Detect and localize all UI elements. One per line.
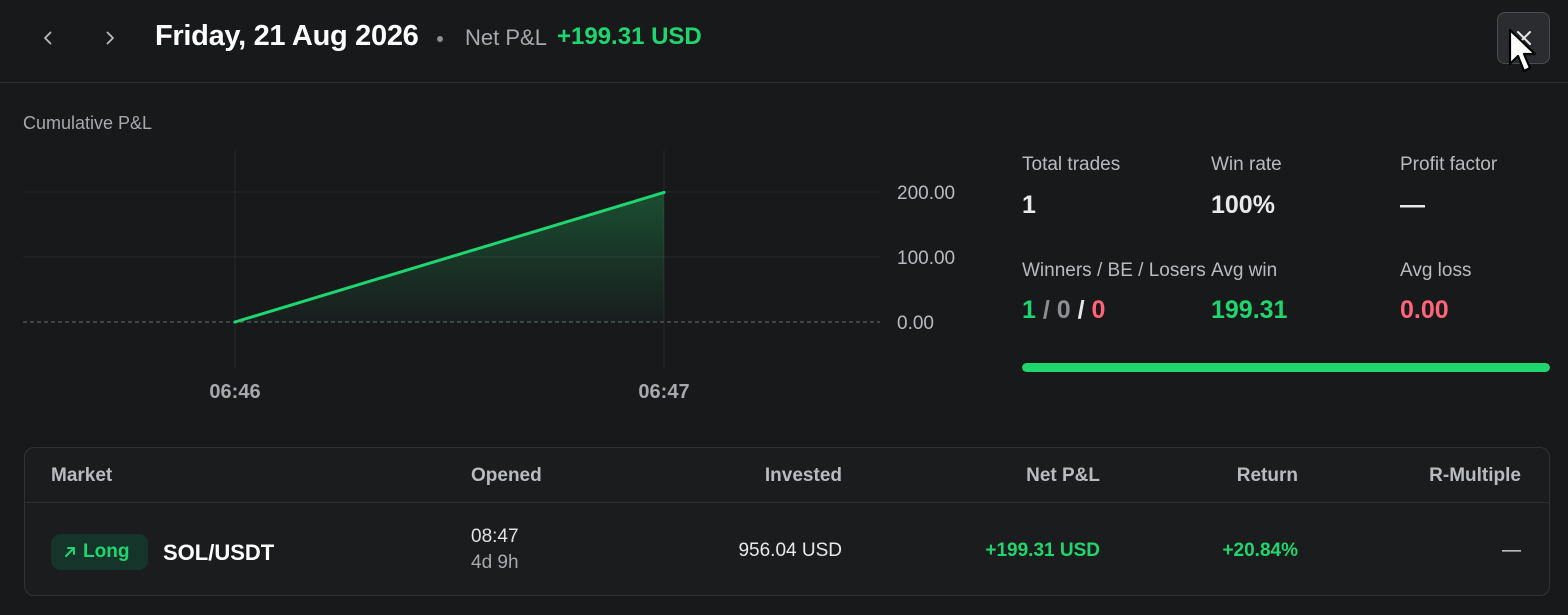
r-multiple-cell: — [1502,540,1521,561]
column-header-market[interactable]: Market [51,465,112,487]
column-header-return[interactable]: Return [1237,465,1298,487]
win-ratio-bar [1022,363,1550,372]
avg-win-label: Avg win [1211,260,1278,281]
arrow-up-right-icon [65,547,75,557]
y-tick-label: 0.00 [897,313,934,334]
profit-factor-value: — [1400,191,1425,219]
slash-separator: / [1077,296,1085,324]
breakeven-count: 0 [1056,296,1071,324]
total-trades-label: Total trades [1022,154,1121,175]
separator-dot [437,36,443,42]
data-point [662,190,666,194]
return-cell: +20.84% [1222,540,1298,561]
avg-win-value: 199.31 [1211,296,1288,324]
column-header-r-multiple[interactable]: R-Multiple [1429,465,1521,487]
cumulative-pnl-chart: 200.00 100.00 0.00 06:46 06:47 [23,150,955,403]
next-day-button[interactable] [94,22,126,54]
chevron-right-icon [106,31,114,45]
winners-count: 1 [1022,296,1036,324]
invested-value: 956.04 USD [738,540,842,561]
modal-header: Friday, 21 Aug 2026 Net P&L +199.31 USD [0,0,1568,83]
previous-day-button[interactable] [32,22,64,54]
chevron-left-icon [44,31,52,45]
market-symbol: SOL/USDT [163,540,275,565]
winners-be-losers-label: Winners / BE / Losers [1022,260,1206,281]
win-rate-label: Win rate [1211,154,1282,175]
opened-duration: 4d 9h [471,552,519,573]
data-point [233,320,237,324]
slash-separator: / [1042,296,1050,324]
chart-title: Cumulative P&L [23,113,153,133]
net-pnl-value: +199.31 USD [557,23,702,50]
total-trades-value: 1 [1022,191,1036,219]
opened-time: 08:47 [471,526,519,547]
direction-label: Long [83,541,130,562]
page-title: Friday, 21 Aug 2026 [155,20,419,52]
win-ratio-fill [1022,363,1550,372]
column-header-opened[interactable]: Opened [471,465,542,487]
close-icon [1516,31,1531,45]
avg-loss-value: 0.00 [1400,296,1449,324]
table-row[interactable]: Long SOL/USDT 08:47 4d 9h 956.04 USD +19… [25,504,1549,596]
profit-factor-label: Profit factor [1400,154,1498,175]
x-tick-label: 06:46 [209,381,260,403]
avg-loss-label: Avg loss [1400,260,1472,281]
direction-badge: Long [51,534,149,570]
table-header: Market Opened Invested Net P&L Return R-… [25,448,1549,503]
y-tick-label: 100.00 [897,248,955,269]
x-tick-label: 06:47 [638,381,689,403]
losers-count: 0 [1091,296,1106,324]
net-pnl-label: Net P&L [465,25,547,50]
column-header-invested[interactable]: Invested [765,465,842,487]
net-pnl-cell: +199.31 USD [985,540,1100,561]
winners-be-losers-value: 1 / 0 / 0 [1022,296,1105,325]
column-header-net-pnl[interactable]: Net P&L [1026,465,1100,487]
win-rate-value: 100% [1211,191,1275,219]
y-tick-label: 200.00 [897,183,955,204]
close-button[interactable] [1497,12,1550,64]
trades-table: Market Opened Invested Net P&L Return R-… [24,447,1550,596]
